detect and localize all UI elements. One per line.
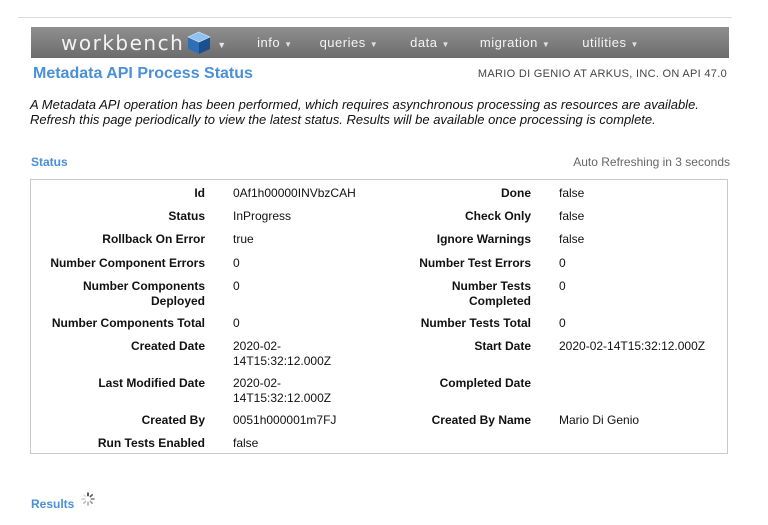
loading-spinner-icon	[81, 492, 95, 506]
menu-utilities-label: utilities	[582, 35, 627, 50]
field-label: Last Modified Date	[98, 376, 205, 390]
field-value: 0Af1h00000INVbzCAH	[233, 186, 356, 200]
field-value: 2020-02-14T15:32:12.000Z	[559, 339, 706, 353]
field-value: 0	[559, 279, 566, 293]
field-label: Number Component Errors	[50, 256, 205, 270]
chevron-down-icon: ▼	[541, 39, 551, 49]
field-label: Start Date	[474, 339, 531, 353]
field-label: Ignore Warnings	[436, 232, 531, 246]
status-table: Id 0Af1h00000INVbzCAH Done false Status …	[30, 179, 728, 454]
field-value: 2020-02-14T15:32:12.000Z	[233, 339, 332, 368]
intro-message: A Metadata API operation has been perfor…	[30, 97, 699, 127]
chevron-down-icon: ▼	[441, 39, 450, 49]
field-value: true	[233, 232, 254, 246]
field-value: false	[559, 209, 585, 223]
field-value: 0	[559, 256, 566, 270]
menu-queries-label: queries	[319, 35, 366, 50]
chevron-down-icon: ▼	[284, 39, 293, 49]
field-value: false	[233, 436, 259, 450]
field-label: Check Only	[464, 209, 531, 223]
navbar: workbench ▼ info ▼ queries ▼ data ▼ migr…	[31, 27, 729, 58]
field-value: false	[559, 232, 585, 246]
field-value: 0051h000001m7FJ	[233, 413, 337, 427]
menu-info[interactable]: info ▼	[257, 27, 292, 58]
menu-utilities[interactable]: utilities ▼	[582, 27, 639, 58]
field-label: Status	[168, 209, 205, 223]
field-label: Number Tests Completed	[451, 279, 531, 308]
field-label: Done	[501, 186, 531, 200]
field-label: Completed Date	[439, 376, 531, 390]
chevron-down-icon: ▼	[630, 39, 639, 49]
menu-data[interactable]: data ▼	[410, 27, 450, 58]
field-value: Mario Di Genio	[559, 413, 640, 427]
field-label: Id	[194, 186, 205, 200]
menu-data-label: data	[410, 35, 438, 50]
field-label: Number Components Deployed	[82, 279, 205, 308]
menu-migration-label: migration	[479, 35, 538, 50]
brand-menu[interactable]: workbench ▼	[61, 27, 226, 58]
field-label: Rollback On Error	[102, 232, 205, 246]
field-label: Created Date	[130, 339, 205, 353]
auto-refresh-indicator: Auto Refreshing in 3 seconds	[573, 155, 730, 169]
menu-info-label: info	[257, 35, 281, 50]
field-label: Run Tests Enabled	[97, 436, 205, 450]
field-label: Created By Name	[431, 413, 531, 427]
menu-queries[interactable]: queries ▼	[320, 27, 379, 58]
brand-logo-text: workbench	[61, 30, 185, 55]
status-section-label: Status	[31, 155, 68, 169]
results-section-label: Results	[31, 497, 75, 511]
field-value: false	[559, 186, 585, 200]
brand-chevron-down-icon: ▼	[217, 39, 227, 50]
field-label: Number Tests Total	[420, 316, 531, 330]
field-label: Created By	[141, 413, 205, 427]
page-title: Metadata API Process Status	[33, 65, 253, 82]
user-api-info: MARIO DI GENIO AT ARKUS, INC. ON API 47.…	[477, 68, 727, 80]
top-divider	[18, 17, 732, 18]
chevron-down-icon: ▼	[369, 39, 379, 49]
field-label: Number Components Total	[51, 316, 205, 330]
field-value: 2020-02-14T15:32:12.000Z	[233, 376, 332, 405]
field-value: InProgress	[233, 209, 292, 223]
field-label: Number Test Errors	[419, 256, 531, 270]
menu-migration[interactable]: migration ▼	[480, 27, 550, 58]
cube-logo-icon	[187, 31, 211, 54]
field-value: 0	[233, 256, 240, 270]
field-value: 0	[233, 316, 240, 330]
field-value: 0	[559, 316, 566, 330]
field-value: 0	[233, 279, 240, 293]
